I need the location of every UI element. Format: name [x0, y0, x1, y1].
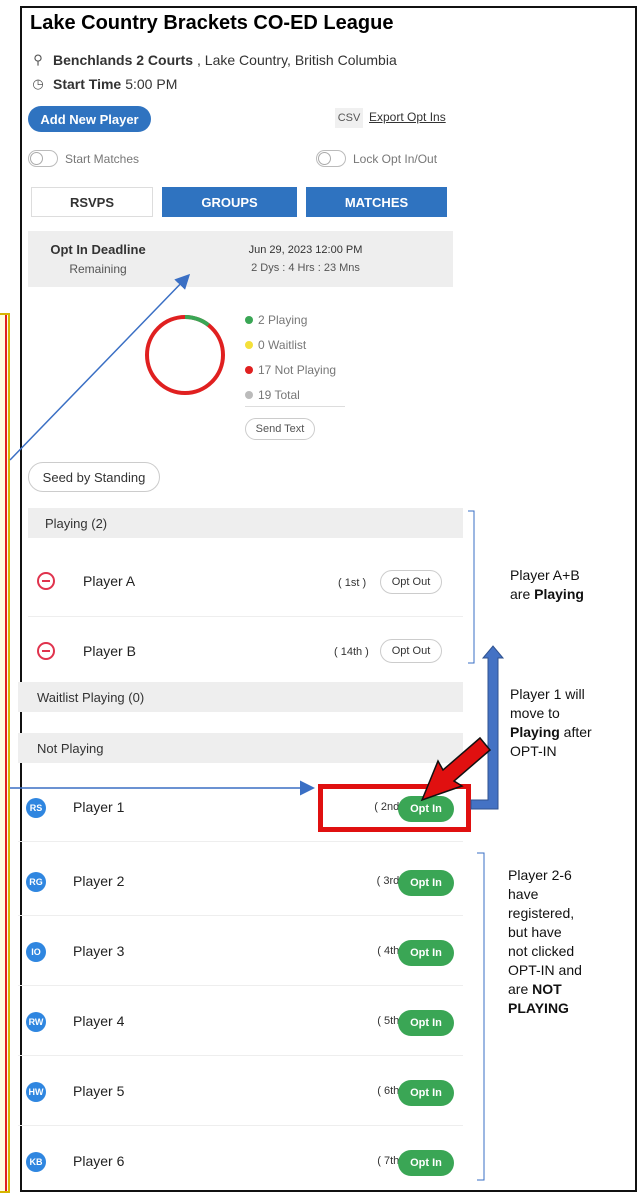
playing-bracket [468, 510, 475, 664]
deadline-pointer-arrow [9, 273, 191, 461]
not-playing-bracket [477, 852, 485, 1181]
move-up-arrow-icon [470, 645, 505, 810]
annotation-player-ab: Player A+B are Playing [510, 567, 584, 602]
annotation-player-1: Player 1 will move to Playing after OPT-… [510, 686, 592, 759]
annotation-players-2-6: Player 2-6 have registered, but have not… [508, 867, 582, 1016]
red-pointer-arrow-icon [420, 736, 492, 802]
